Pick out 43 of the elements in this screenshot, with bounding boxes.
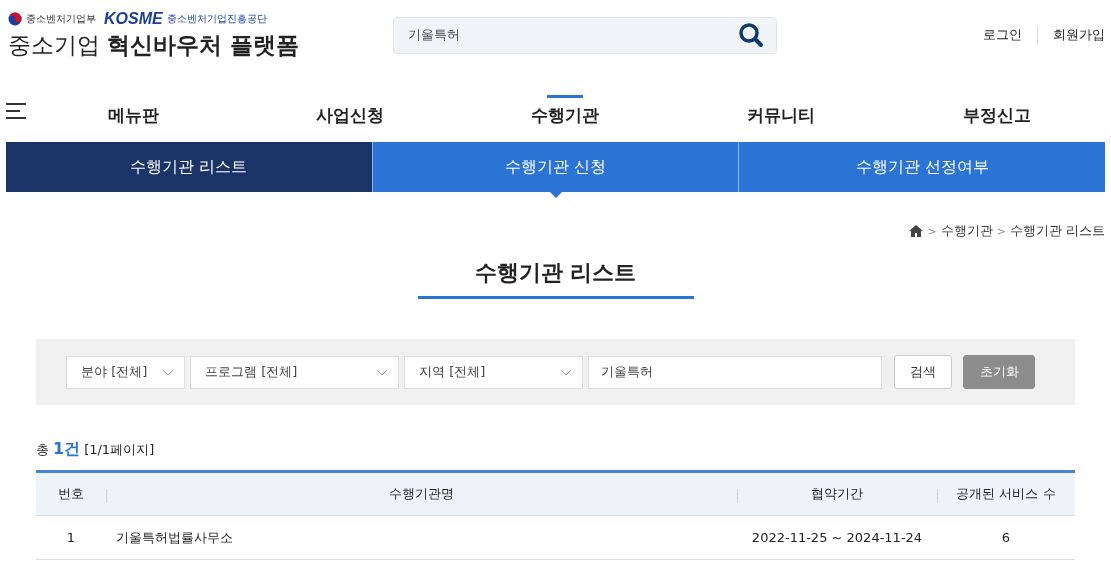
search-button[interactable]: 검색 bbox=[894, 355, 952, 389]
header-link[interactable]: 회원가입 bbox=[1037, 26, 1105, 44]
breadcrumb-link[interactable]: 수행기관 bbox=[940, 222, 993, 240]
search-icon[interactable] bbox=[738, 22, 764, 48]
home-icon[interactable] bbox=[909, 225, 924, 237]
menu-icon[interactable] bbox=[6, 103, 26, 119]
chevron-down-icon bbox=[560, 368, 572, 376]
agency-logo-text: 중소벤처기업진흥공단 bbox=[166, 11, 267, 26]
column-header: 번호 bbox=[36, 471, 106, 516]
table-cell: 2022-11-25 ~ 2024-11-24 bbox=[737, 515, 937, 560]
column-header: 협약기간 bbox=[737, 471, 937, 516]
column-header: 공개된 서비스 수 bbox=[937, 471, 1075, 516]
total-count: 1건 bbox=[53, 439, 81, 460]
nav-item[interactable]: 커뮤니티 bbox=[747, 104, 816, 127]
breadcrumb-separator: > bbox=[927, 224, 937, 238]
sub-tab[interactable]: 수행기관 리스트 bbox=[6, 142, 372, 192]
ministry-logo-text: 중소벤처기업부 bbox=[26, 11, 96, 26]
nav-item[interactable]: 사업신청 bbox=[315, 104, 384, 127]
nav-item[interactable]: 수행기관 bbox=[531, 104, 600, 127]
filter-dropdown[interactable]: 프로그램 [전체] bbox=[190, 355, 399, 389]
chevron-down-icon bbox=[162, 368, 174, 376]
search-bar[interactable]: 기울특허 bbox=[393, 16, 777, 54]
page-count: [1/1페이지] bbox=[84, 441, 155, 459]
table-cell: 기울특허법률사무소 bbox=[106, 515, 737, 560]
breadcrumb-separator: > bbox=[996, 224, 1006, 238]
total-label: 총 bbox=[36, 441, 49, 459]
filter-dropdown[interactable]: 분야 [전체] bbox=[66, 355, 185, 389]
chevron-down-icon bbox=[376, 368, 388, 376]
nav-item[interactable]: 부정신고 bbox=[963, 104, 1032, 127]
agency-logo: KOSME bbox=[104, 9, 163, 28]
sub-tab[interactable]: 수행기관 선정여부 bbox=[738, 142, 1105, 192]
emblem-icon bbox=[8, 11, 22, 26]
table-cell: 6 bbox=[937, 515, 1075, 560]
column-header: 수행기관명 bbox=[106, 471, 737, 516]
breadcrumb-link[interactable]: 수행기관 리스트 bbox=[1009, 222, 1105, 240]
search-field[interactable]: 기울특허 bbox=[406, 26, 706, 44]
header-link[interactable]: 로그인 bbox=[968, 26, 1037, 44]
filter-dropdown[interactable]: 지역 [전체] bbox=[404, 355, 583, 389]
site-title: 중소기업 혁신바우처 플랫폼 bbox=[8, 30, 301, 60]
keyword-field[interactable]: 기울특허 bbox=[588, 355, 882, 389]
page-title: 수행기관 리스트 bbox=[417, 258, 694, 299]
table-cell: 1 bbox=[36, 515, 106, 560]
nav-item[interactable]: 메뉴판 bbox=[108, 104, 160, 127]
